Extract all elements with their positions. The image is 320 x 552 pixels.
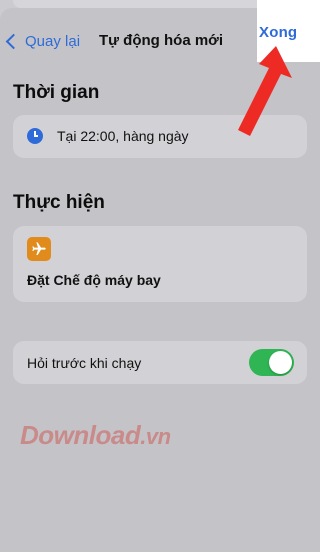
ask-before-run-label: Hỏi trước khi chạy (27, 355, 142, 371)
clock-icon (27, 128, 43, 144)
ask-before-run-row: Hỏi trước khi chạy (13, 341, 307, 384)
watermark-suffix: .vn (140, 424, 171, 449)
action-label: Đặt Chế độ máy bay (27, 272, 161, 288)
section-title-action: Thực hiện (13, 192, 105, 213)
time-trigger-label: Tại 22:00, hàng ngày (57, 128, 189, 144)
toggle-knob (269, 351, 292, 374)
download-vn-watermark: Download.vn (20, 420, 171, 451)
done-button[interactable]: Xong (259, 24, 297, 41)
back-label: Quay lại (25, 32, 81, 50)
chevron-left-icon (5, 33, 22, 49)
page-title: Tự động hóa mới (98, 32, 223, 49)
back-button[interactable]: Quay lại (5, 30, 81, 52)
ask-before-run-toggle[interactable] (249, 349, 294, 376)
red-arrow-icon (238, 46, 292, 136)
action-card[interactable]: Đặt Chế độ máy bay (13, 226, 307, 302)
section-title-time: Thời gian (13, 82, 100, 103)
airplane-icon (27, 237, 51, 261)
watermark-text: Download (20, 420, 141, 450)
